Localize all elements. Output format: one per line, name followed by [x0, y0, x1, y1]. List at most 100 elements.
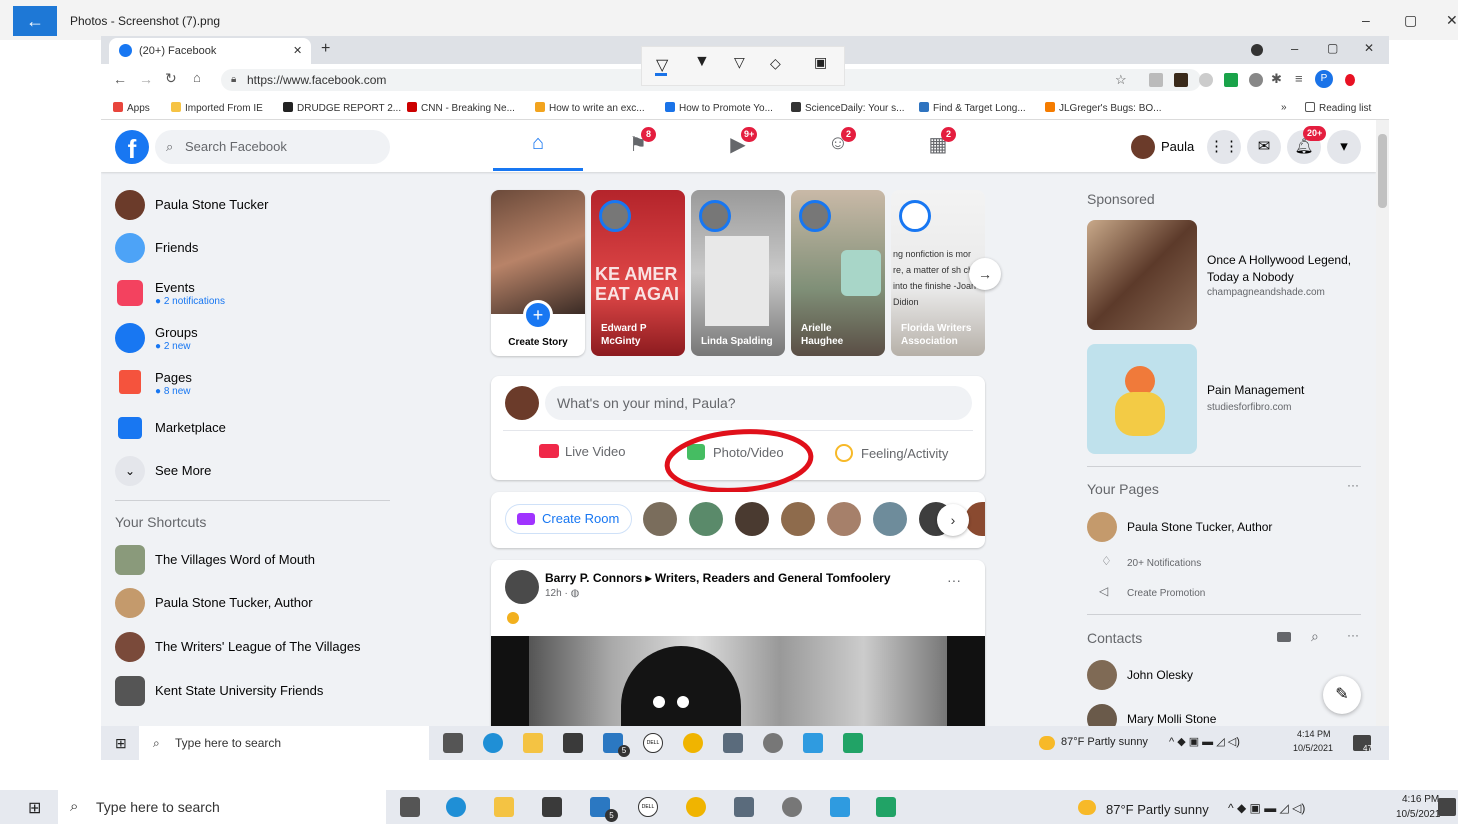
your-pages-more-button[interactable]: ··· — [1347, 478, 1359, 492]
add-story-icon[interactable]: + — [523, 300, 553, 330]
browser-minimize-icon[interactable]: – — [1291, 41, 1298, 56]
windows-start-icon[interactable]: ⊞ — [28, 798, 41, 818]
app-icon[interactable] — [782, 797, 802, 817]
clock-time[interactable]: 4:16 PM — [1402, 794, 1439, 805]
home-icon[interactable]: ⌂ — [193, 70, 201, 85]
pencil-icon[interactable]: ▼ — [694, 53, 710, 71]
home-icon[interactable]: ⌂ — [524, 132, 552, 158]
tray-icons[interactable]: ^ ◆ ▣ ▬ ◿ ◁) — [1169, 735, 1240, 748]
puzzle-icon[interactable]: ✱ — [1271, 71, 1282, 87]
back-arrow-icon[interactable]: ← — [113, 71, 127, 87]
close-button[interactable]: ✕ — [1446, 12, 1458, 29]
reload-icon[interactable]: ↻ — [165, 70, 177, 87]
messenger-icon[interactable]: ✉ — [1247, 130, 1281, 164]
notifications-bell-icon[interactable]: 🔔︎ 20+ — [1287, 126, 1327, 164]
story-card[interactable]: Linda Spalding — [691, 190, 785, 356]
star-icon[interactable]: ☆ — [1115, 69, 1127, 91]
more-bookmarks-button[interactable]: » — [1281, 102, 1287, 113]
watch-video-icon[interactable]: ▶ 9+ — [724, 127, 758, 158]
tab-close-icon[interactable]: ✕ — [293, 44, 302, 57]
browser-maximize-icon[interactable]: ▢ — [1327, 41, 1338, 55]
bookmark-item[interactable]: Find & Target Long... — [919, 102, 1026, 114]
post-group[interactable]: Writers, Readers and General Tomfoolery — [655, 571, 891, 585]
edge-icon[interactable] — [446, 797, 466, 817]
bookmark-item[interactable]: CNN - Breaking Ne... — [407, 102, 515, 114]
browser-close-icon[interactable]: ✕ — [1364, 41, 1374, 55]
taskbar-search[interactable]: ⌕ Type here to search — [58, 790, 386, 824]
notifications-link[interactable]: 20+ Notifications — [1127, 558, 1201, 569]
taskbar-search[interactable]: ⌕ Type here to search — [139, 726, 429, 760]
contact-avatar[interactable] — [643, 502, 677, 536]
feeling-activity-button[interactable]: Feeling/Activity — [835, 444, 948, 462]
store-icon[interactable] — [542, 797, 562, 817]
ad-image[interactable] — [1087, 220, 1197, 330]
ad-title[interactable]: Pain Management — [1207, 383, 1304, 397]
bookmark-item[interactable]: How to write an exc... — [535, 102, 645, 114]
composer-input[interactable]: What's on your mind, Paula? — [545, 386, 972, 420]
create-story-card[interactable]: + Create Story — [491, 190, 585, 356]
forward-arrow-icon[interactable]: → — [139, 71, 153, 87]
contact-avatar[interactable] — [1087, 660, 1117, 690]
search-icon[interactable]: ⌕ — [1311, 628, 1319, 645]
maximize-button[interactable]: ▢ — [1404, 12, 1417, 29]
dell-icon[interactable]: DELL — [643, 733, 663, 753]
events-calendar-icon[interactable]: ▦ 2 — [924, 127, 956, 158]
extension-icon[interactable] — [1174, 73, 1188, 87]
groups-icon[interactable]: ☺ 2 — [824, 127, 856, 158]
ad-title[interactable]: Once A Hollywood Legend, Today a Nobody — [1207, 252, 1357, 286]
reading-list-icon[interactable]: ≡ — [1295, 71, 1303, 86]
post-author[interactable]: Barry P. Connors — [545, 571, 642, 585]
contact-avatar[interactable] — [735, 502, 769, 536]
facebook-logo-icon[interactable]: f — [115, 130, 149, 164]
story-card[interactable]: Arielle Haughee — [791, 190, 885, 356]
chrome-icon[interactable] — [686, 797, 706, 817]
menu-grid-icon[interactable]: ⋮⋮ — [1207, 130, 1241, 164]
create-promotion-link[interactable]: Create Promotion — [1127, 588, 1205, 599]
live-video-button[interactable]: Live Video — [539, 444, 625, 459]
store-icon[interactable] — [563, 733, 583, 753]
create-room-button[interactable]: Create Room — [505, 504, 633, 534]
clock-date[interactable]: 10/5/2021 — [1293, 743, 1333, 753]
weather-text[interactable]: 87°F Partly sunny — [1106, 802, 1209, 817]
calculator-icon[interactable] — [723, 733, 743, 753]
contact-avatar[interactable] — [689, 502, 723, 536]
scrollbar-thumb[interactable] — [1378, 134, 1387, 208]
clock-time[interactable]: 4:14 PM — [1297, 729, 1331, 739]
task-view-icon[interactable] — [400, 797, 420, 817]
post-more-button[interactable]: ··· — [947, 572, 961, 588]
account-dropdown-icon[interactable]: ▾ — [1327, 130, 1361, 164]
eraser-icon[interactable]: ◇ — [770, 55, 781, 72]
video-call-icon[interactable] — [1277, 632, 1291, 642]
excel-icon[interactable] — [876, 797, 896, 817]
edge-icon[interactable] — [483, 733, 503, 753]
profile-button[interactable]: Paula — [1127, 132, 1202, 162]
back-button[interactable]: ← — [13, 6, 57, 36]
tab-facebook[interactable]: (20+) Facebook ✕ — [109, 38, 311, 64]
crop-icon[interactable]: ▣ — [814, 54, 827, 71]
extension-icon[interactable] — [1149, 73, 1163, 87]
extension-icon[interactable] — [1249, 73, 1263, 87]
rooms-next-button[interactable]: › — [937, 504, 969, 536]
photos-icon[interactable] — [830, 797, 850, 817]
contacts-more-button[interactable]: ··· — [1347, 628, 1359, 642]
bookmark-item[interactable]: Apps — [113, 102, 150, 114]
contact-name[interactable]: Mary Molli Stone — [1127, 712, 1216, 726]
chrome-icon[interactable] — [683, 733, 703, 753]
contact-avatar[interactable] — [873, 502, 907, 536]
stories-next-button[interactable]: → — [969, 258, 1001, 290]
bookmark-item[interactable]: ScienceDaily: Your s... — [791, 102, 905, 114]
page-name[interactable]: Paula Stone Tucker, Author — [1127, 520, 1272, 534]
tray-icons[interactable]: ^ ◆ ▣ ▬ ◿ ◁) — [1228, 801, 1305, 815]
ad-image[interactable] — [1087, 344, 1197, 454]
highlighter-icon[interactable]: ▽ — [734, 54, 745, 71]
minimize-button[interactable]: – — [1362, 12, 1370, 28]
notification-center-icon[interactable] — [1438, 798, 1456, 816]
reading-list-button[interactable]: Reading list — [1305, 102, 1371, 114]
file-explorer-icon[interactable] — [523, 733, 543, 753]
scrollbar[interactable] — [1376, 120, 1389, 726]
search-input[interactable]: ⌕ Search Facebook — [155, 130, 390, 164]
excel-icon[interactable] — [843, 733, 863, 753]
menu-icon[interactable] — [1345, 74, 1355, 86]
task-view-icon[interactable] — [443, 733, 463, 753]
bookmark-item[interactable]: How to Promote Yo... — [665, 102, 773, 114]
